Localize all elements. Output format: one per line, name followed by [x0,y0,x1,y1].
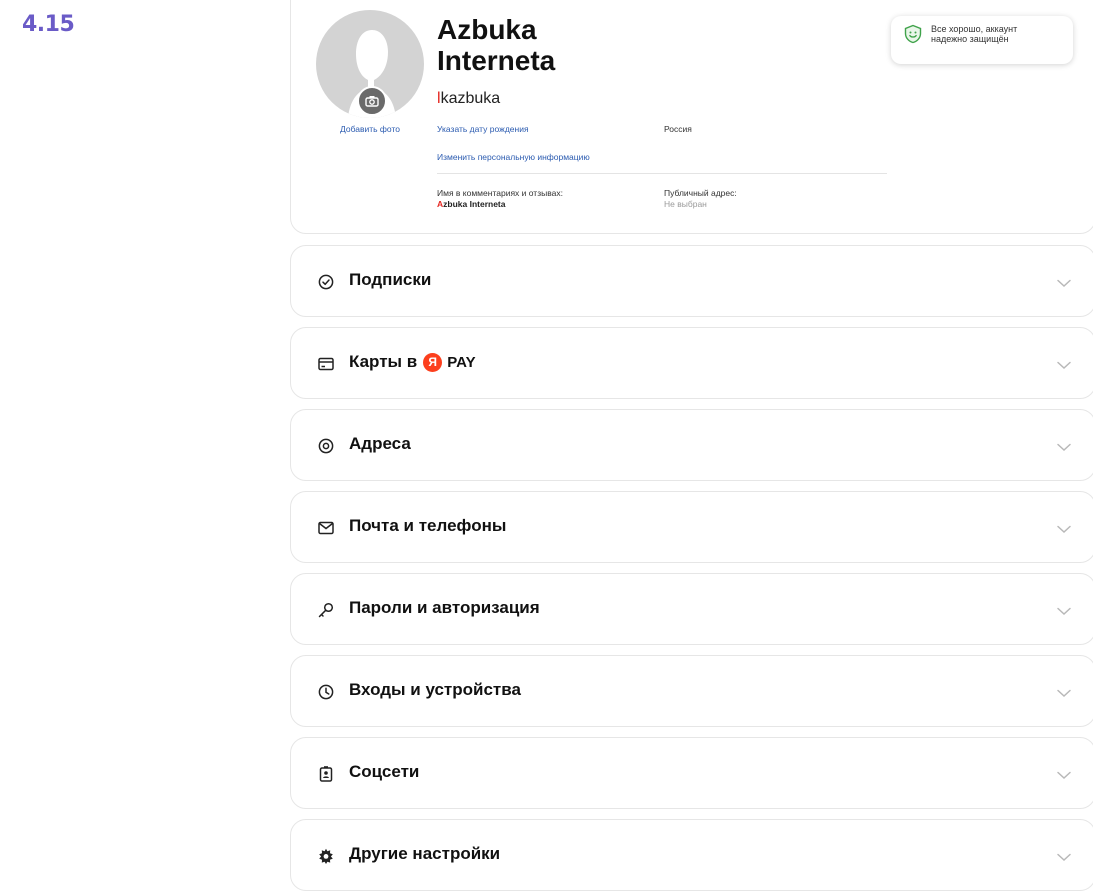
birthday-link[interactable]: Указать дату рождения [437,124,529,134]
cards-label-text: Карты в [349,352,418,371]
section-label: Соцсети [349,762,420,781]
section-label: Карты в Я PAY [349,352,476,372]
pay-text: PAY [447,353,476,371]
section-passwords[interactable]: Пароли и авторизация [290,573,1093,645]
comments-name-value[interactable]: Azbuka Interneta [437,199,506,209]
chevron-down-icon [1057,689,1071,698]
section-label: Пароли и авторизация [349,598,540,617]
card-icon [317,355,335,373]
section-subscriptions[interactable]: Подписки [290,245,1093,317]
id-badge-icon [317,765,335,783]
envelope-icon [317,519,335,537]
public-address-label: Публичный адрес: [664,188,737,198]
section-logins-devices[interactable]: Входы и устройства [290,655,1093,727]
section-label: Подписки [349,270,432,289]
chevron-down-icon [1057,771,1071,780]
chevron-down-icon [1057,853,1071,862]
public-address-value[interactable]: Не выбран [664,199,707,209]
section-mail-phones[interactable]: Почта и телефоны [290,491,1093,563]
last-name: Interneta [437,45,556,76]
figure-label: 4.15 [22,12,75,37]
security-status-badge[interactable]: Все хорошо, аккаунт надежно защищён [891,16,1073,64]
security-status-text: Все хорошо, аккаунт надежно защищён [931,24,1018,44]
profile-divider [437,173,887,174]
section-other-settings[interactable]: Другие настройки [290,819,1093,891]
gear-icon [317,847,335,865]
section-label: Почта и телефоны [349,516,507,535]
add-photo-link[interactable]: Добавить фото [316,124,424,134]
login-rest: kazbuka [440,90,501,107]
section-label: Входы и устройства [349,680,521,699]
section-label: Другие настройки [349,844,501,863]
edit-personal-info-link[interactable]: Изменить персональную информацию [437,152,590,162]
location-pin-icon [317,437,335,455]
check-circle-icon [317,273,335,291]
chevron-down-icon [1057,361,1071,370]
section-social[interactable]: Соцсети [290,737,1093,809]
section-cards[interactable]: Карты в Я PAY [290,327,1093,399]
change-photo-button[interactable] [357,86,387,116]
country: Россия [664,124,692,134]
comments-name-rest: zbuka Interneta [443,199,506,209]
section-addresses[interactable]: Адреса [290,409,1093,481]
first-name: Azbuka [437,14,537,45]
chevron-down-icon [1057,279,1071,288]
profile-name: Azbuka Interneta [437,14,677,76]
login: lkazbuka [437,90,500,108]
chevron-down-icon [1057,607,1071,616]
comments-name-label: Имя в комментариях и отзывах: [437,188,563,198]
section-label: Адреса [349,434,411,453]
yandex-logo-icon: Я [423,352,443,372]
chevron-down-icon [1057,525,1071,534]
chevron-down-icon [1057,443,1071,452]
camera-icon [365,96,379,107]
clock-icon [317,683,335,701]
shield-smile-icon [904,24,922,44]
key-icon [317,601,335,619]
